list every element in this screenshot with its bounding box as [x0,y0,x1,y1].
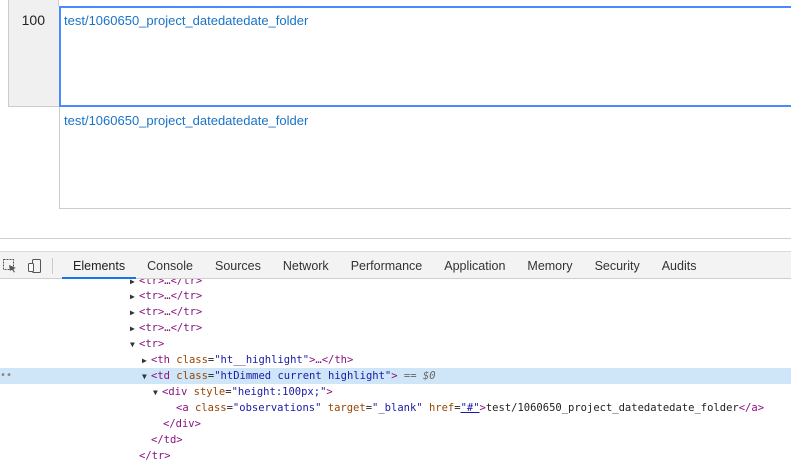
devtools-panel: Elements Console Sources Network Perform… [0,238,791,465]
selected-node-marker: == $0 [403,370,436,382]
tab-memory[interactable]: Memory [516,252,583,279]
tab-application[interactable]: Application [433,252,516,279]
device-toolbar-icon[interactable] [28,259,42,273]
collapse-arrow-icon[interactable]: ▼ [142,369,151,385]
expand-arrow-icon[interactable]: ▶ [142,353,151,369]
dom-node-td-end: </td> [151,434,183,446]
spreadsheet-area: 100 test/1060650_project_datedatedate_fo… [0,0,791,238]
collapse-arrow-icon[interactable]: ▼ [130,337,139,353]
expand-arrow-icon[interactable]: ▶ [130,289,139,305]
dom-node-tr-collapsed[interactable]: ▶ <tr>…</tr> [0,304,791,320]
dom-node-tr-collapsed[interactable]: ▶ <tr>…</tr> [0,288,791,304]
dom-node-tr-open[interactable]: ▼ <tr> [0,336,791,352]
next-cell-link[interactable]: test/1060650_project_datedatedate_folder [64,113,308,128]
dom-node-div[interactable]: ▼ <div style="height:100px;"> [0,384,791,400]
expand-arrow-icon[interactable]: ▶ [130,305,139,321]
tab-elements[interactable]: Elements [62,252,137,279]
more-options-dots[interactable]: •• [0,368,12,384]
expand-arrow-icon[interactable]: ▶ [130,321,139,337]
href-link[interactable]: "#" [461,402,480,414]
dom-node-a[interactable]: <a class="observations" target="_blank" … [0,400,791,416]
toolbar-divider [52,258,53,274]
next-cell[interactable]: test/1060650_project_datedatedate_folder [59,107,791,209]
dom-node-tr-collapsed[interactable]: ▶ <tr>…</tr> [0,320,791,336]
tab-security[interactable]: Security [584,252,651,279]
tab-console[interactable]: Console [136,252,204,279]
elements-tree: ▶ <tr>…</tr> ▶ <tr>…</tr> ▶ <tr>…</tr> ▶ <tr… [0,279,791,465]
dom-node-th[interactable]: ▶ <th class="ht__highlight">…</th> [0,352,791,368]
selected-cell[interactable]: test/1060650_project_datedatedate_folder [59,6,791,107]
dom-node-div-end: </div> [163,418,201,430]
cell-link[interactable]: test/1060650_project_datedatedate_folder [64,13,308,28]
collapse-arrow-icon[interactable]: ▼ [153,385,162,401]
tab-performance[interactable]: Performance [340,252,434,279]
devtools-tabs: Elements Console Sources Network Perform… [62,252,707,279]
dom-node-tr-end: </tr> [139,450,171,462]
row-header[interactable]: 100 [8,6,59,107]
dom-node-td-selected[interactable]: •• ▼ <td class="htDimmed current highligh… [0,368,791,384]
tab-audits[interactable]: Audits [651,252,708,279]
inspect-element-icon[interactable] [3,259,17,273]
devtools-tabbar: Elements Console Sources Network Perform… [0,251,791,279]
tab-network[interactable]: Network [272,252,340,279]
tab-sources[interactable]: Sources [204,252,272,279]
